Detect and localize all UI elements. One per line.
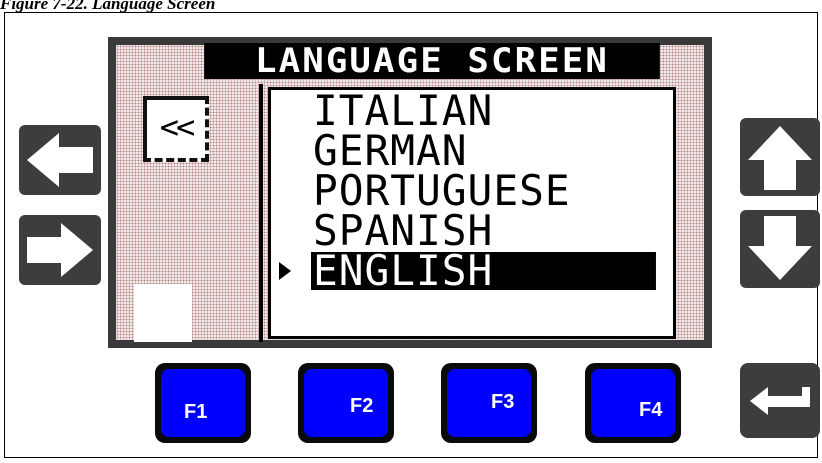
f4-label: F4	[639, 399, 663, 421]
f3-label: F3	[491, 391, 515, 413]
language-item-english[interactable]: ENGLISH	[311, 250, 656, 292]
f1-key[interactable]: F1	[155, 363, 251, 443]
enter-icon	[750, 387, 810, 415]
enter-key[interactable]	[740, 363, 820, 438]
left-key[interactable]	[19, 125, 101, 195]
up-key[interactable]	[740, 118, 820, 196]
f3-key[interactable]: F3	[441, 363, 537, 443]
f2-key-face: F2	[304, 369, 388, 437]
f3-key-face: F3	[447, 369, 531, 437]
left-arrow-icon	[27, 133, 93, 187]
right-key[interactable]	[19, 215, 101, 285]
selection-pointer-icon	[279, 262, 291, 280]
f2-label: F2	[350, 395, 374, 417]
right-arrow-icon	[27, 223, 93, 277]
up-arrow-icon	[748, 126, 812, 190]
back-button[interactable]: <<	[143, 96, 209, 162]
language-item-portuguese[interactable]: PORTUGUESE	[313, 170, 571, 212]
f2-key[interactable]: F2	[298, 363, 394, 443]
f4-key-face: F4	[591, 369, 675, 437]
language-list: ITALIAN GERMAN PORTUGUESE SPANISH ENGLIS…	[259, 84, 676, 342]
f1-label: F1	[184, 401, 208, 423]
down-arrow-icon	[748, 216, 812, 280]
language-item-italian[interactable]: ITALIAN	[313, 90, 493, 132]
language-item-spanish[interactable]: SPANISH	[313, 210, 493, 252]
screen-title: LANGUAGE SCREEN	[204, 43, 660, 79]
language-item-german[interactable]: GERMAN	[313, 130, 468, 172]
down-key[interactable]	[740, 210, 820, 288]
f1-key-face: F1	[161, 369, 245, 437]
f4-key[interactable]: F4	[585, 363, 681, 443]
lcd-screen: LANGUAGE SCREEN << ITALIAN GERMAN PORTUG…	[116, 43, 704, 342]
lcd-display: LANGUAGE SCREEN << ITALIAN GERMAN PORTUG…	[108, 37, 712, 348]
blank-cell	[134, 284, 192, 342]
